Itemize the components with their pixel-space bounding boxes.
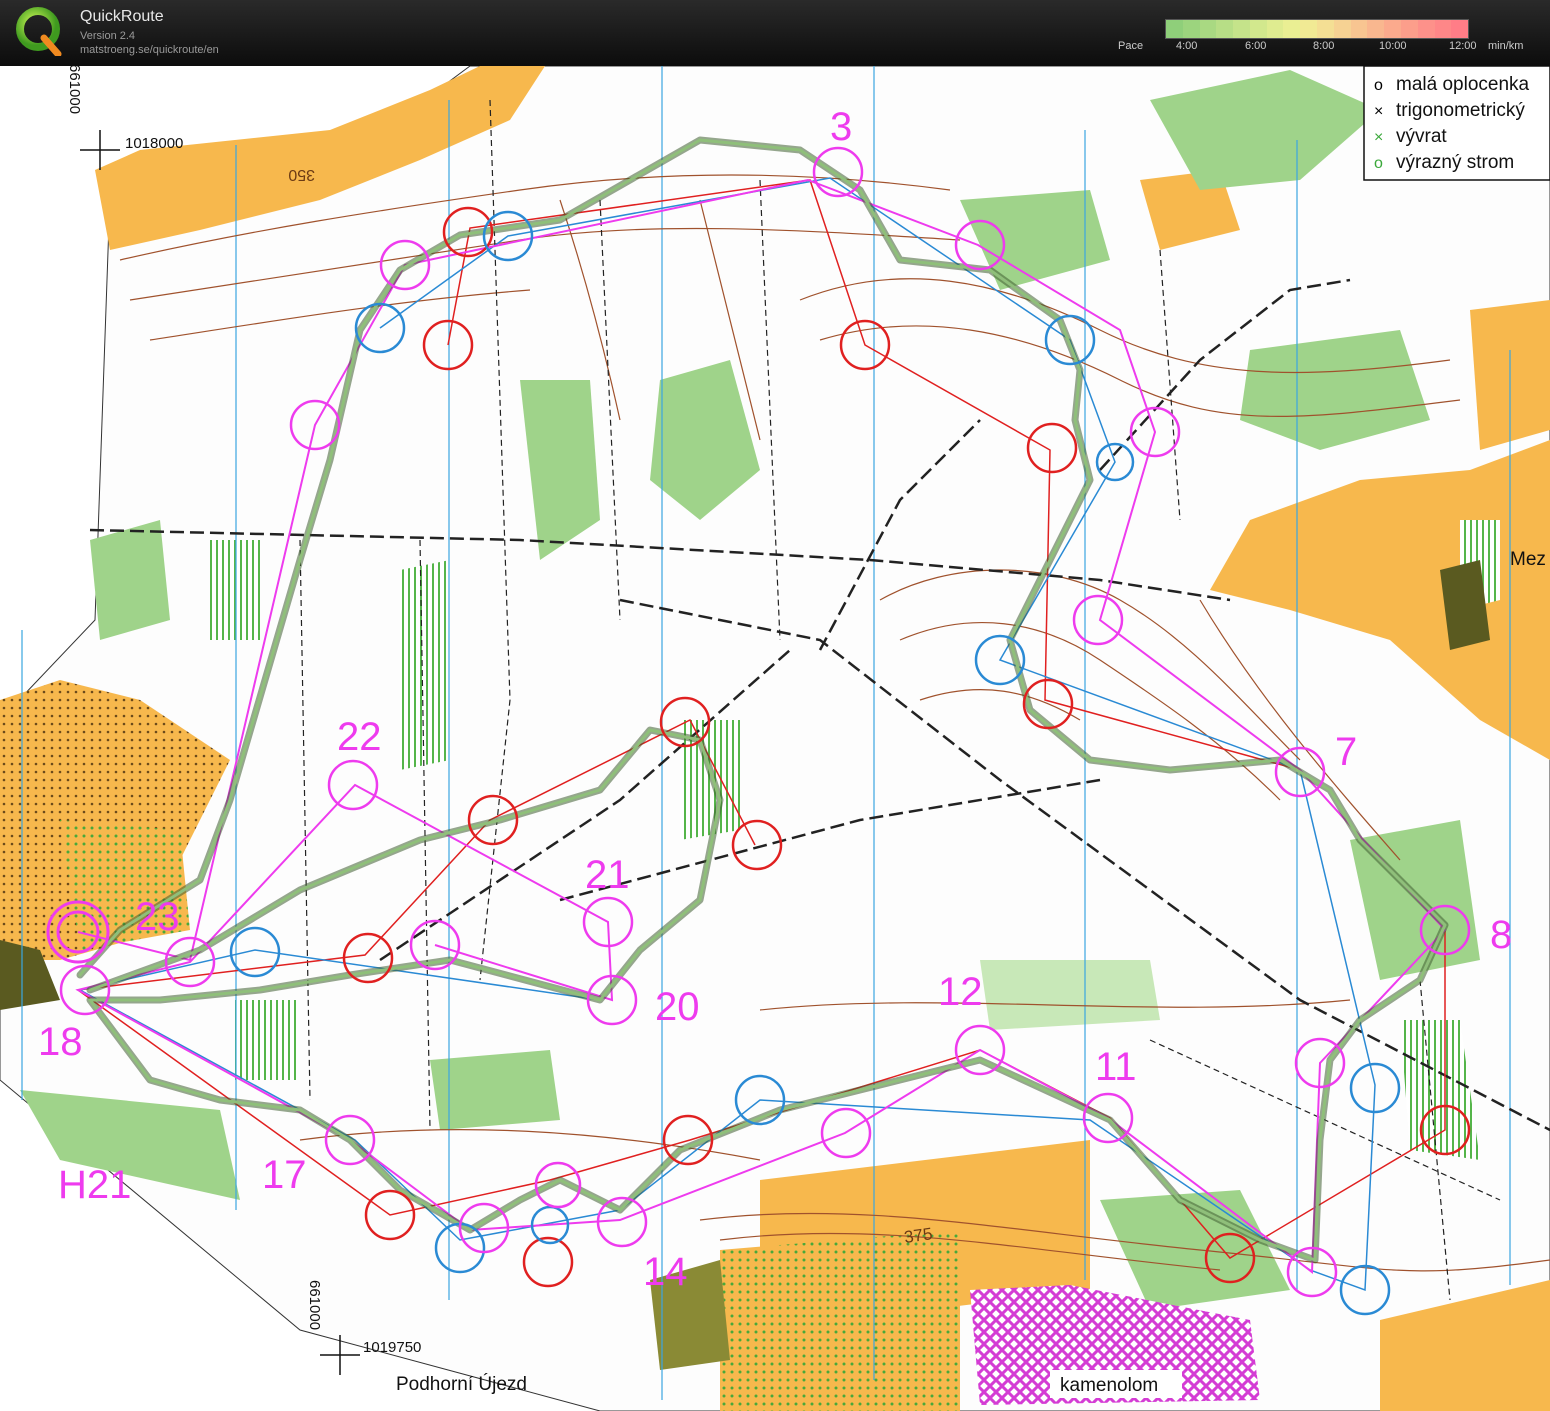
control-number: 17 [262,1153,307,1197]
legend-text: vývrat [1396,126,1447,147]
pace-color-cell [1333,20,1351,38]
pace-color-cell [1434,20,1452,38]
pace-color-cell [1367,20,1385,38]
pace-color-cell [1417,20,1435,38]
legend-symbol: × [1374,103,1383,120]
pace-color-cell [1233,20,1250,38]
control-number: 8 [1490,913,1512,957]
pace-unit: min/km [1488,40,1524,52]
pace-color-cell [1182,20,1200,38]
app-title: QuickRoute [80,8,164,25]
legend-symbol: o [1374,155,1383,172]
orienteering-map[interactable]: 3 7 8 11 12 14 17 18 20 21 22 23 H21 Pod… [0,66,1550,1411]
contour-height-label: 350 [288,166,315,183]
control-number: 7 [1335,730,1357,774]
pace-color-cell [1317,20,1334,38]
app-version: Version 2.4 [80,30,136,42]
undergrowth [235,1000,300,1080]
pace-tick: 4:00 [1176,40,1198,52]
coordinate-label: 661000 [66,66,83,114]
town-label: Podhorní Újezd [396,1373,527,1395]
pace-color-cell [1350,20,1368,38]
app-header: QuickRoute Version 2.4 matstroeng.se/qui… [0,0,1550,66]
control-number: 18 [38,1020,83,1064]
pace-label: Pace [1118,40,1144,52]
village-label: Mez [1510,549,1546,570]
coordinate-label: 1019750 [363,1339,421,1356]
quarry-label: kamenolom [1060,1375,1158,1396]
control-number: 22 [337,715,382,759]
pace-tick: 10:00 [1379,40,1407,52]
undergrowth [400,560,450,770]
pace-color-cell [1451,20,1469,38]
control-number: 14 [643,1250,688,1294]
pace-color-cell [1249,20,1267,38]
pace-color-cell [1216,20,1234,38]
pace-color-cell [1166,20,1183,38]
pace-color-cell [1300,20,1318,38]
pace-color-cell [1400,20,1418,38]
control-number: 23 [135,895,180,939]
pace-tick: 8:00 [1313,40,1335,52]
control-number: 12 [938,970,983,1014]
map-legend: o malá oplocenka× trigonometrický× vývrato v… [1363,66,1550,181]
pace-color-scale [1165,19,1469,39]
legend-text: trigonometrický [1396,100,1525,121]
app-url: matstroeng.se/quickroute/en [80,44,219,56]
undergrowth [210,540,260,640]
contour-height-label: 375 [903,1224,934,1247]
legend-symbol: o [1374,77,1383,94]
pace-color-cell [1384,20,1401,38]
forest-green [90,520,170,640]
quickroute-logo-icon [16,7,62,56]
control-number: 11 [1095,1045,1137,1089]
forest-green [980,960,1160,1030]
pace-color-cell [1266,20,1284,38]
pace-color-cell [1283,20,1301,38]
legend-symbol: × [1374,129,1383,146]
coordinate-label: 1018000 [125,135,183,152]
pace-color-cell [1199,20,1217,38]
pace-tick: 12:00 [1449,40,1477,52]
pace-tick: 6:00 [1245,40,1267,52]
legend-text: výrazný strom [1396,152,1514,173]
control-number: 3 [830,105,852,149]
course-class-label: H21 [58,1163,131,1207]
control-number: 21 [585,853,630,897]
rough-open-land [720,1230,960,1411]
legend-text: malá oplocenka [1396,74,1530,95]
coordinate-label: 661000 [306,1280,323,1330]
control-number: 20 [655,985,700,1029]
